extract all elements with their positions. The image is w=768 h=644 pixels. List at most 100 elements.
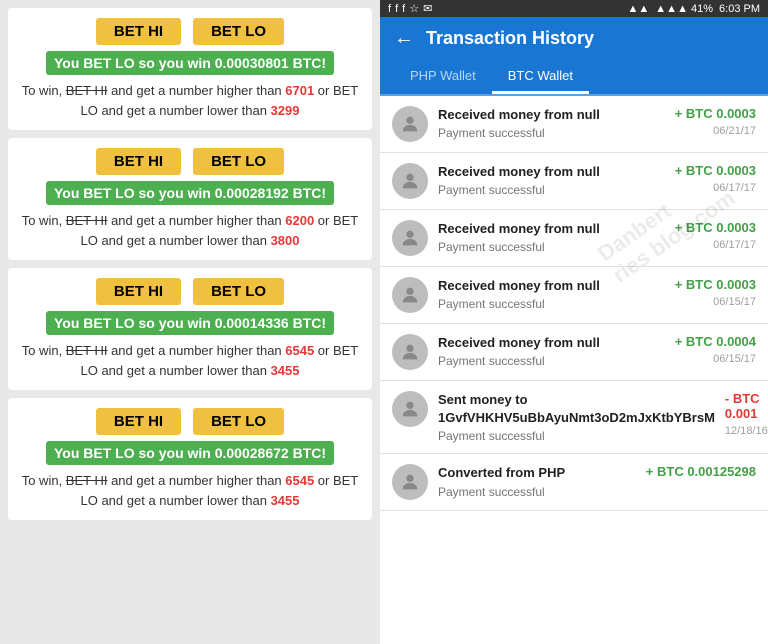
bet-desc-1: To win, BET HI and get a number higher t… [18,211,362,250]
number-lo-0: 3299 [271,103,300,118]
tx-right-5: - BTC 0.001 12/18/16 [725,391,768,437]
fb-icon2: f [395,3,398,15]
bet-hi-strike-1: BET HI [66,213,108,228]
bet-buttons-0: BET HI BET LO [18,18,362,45]
number-lo-3: 3455 [271,493,300,508]
tx-title-2: Received money from null [438,220,665,238]
battery-label: ▲▲▲ 41% [655,3,713,15]
transaction-item-1[interactable]: Received money from null Payment success… [380,153,768,210]
bet-card-1: BET HI BET LO You BET LO so you win 0.00… [8,138,372,260]
mail-icon: ✉ [423,2,432,15]
tx-status-6: Payment successful [438,485,636,499]
tx-title-3: Received money from null [438,277,665,295]
tx-amount-1: + BTC 0.0003 [675,163,756,178]
tx-amount-6: + BTC 0.00125298 [646,464,756,479]
transaction-item-2[interactable]: Received money from null Payment success… [380,210,768,267]
tx-date-3: 06/15/17 [713,296,756,308]
wifi-icon: ▲▲ [628,3,650,15]
right-panel: f f f ☆ ✉ ▲▲ ▲▲▲ 41% 6:03 PM ← Transacti… [380,0,768,511]
avatar-4 [392,334,428,370]
bet-desc-2: To win, BET HI and get a number higher t… [18,341,362,380]
tx-details-3: Received money from null Payment success… [438,277,665,311]
tx-title-1: Received money from null [438,163,665,181]
number-hi-2: 6545 [285,343,314,358]
header: ← Transaction History [380,17,768,60]
win-banner-0: You BET LO so you win 0.00030801 BTC! [46,51,334,75]
tx-date-0: 06/21/17 [713,125,756,137]
avatar-2 [392,220,428,256]
transaction-item-4[interactable]: Received money from null Payment success… [380,324,768,381]
avatar-0 [392,106,428,142]
left-panel: BET HI BET LO You BET LO so you win 0.00… [0,0,380,644]
bet-desc-3: To win, BET HI and get a number higher t… [18,471,362,510]
tx-right-4: + BTC 0.0004 06/15/17 [675,334,756,365]
win-banner-3: You BET LO so you win 0.00028672 BTC! [46,441,334,465]
bet-buttons-2: BET HI BET LO [18,278,362,305]
avatar-5 [392,391,428,427]
star-icon: ☆ [409,2,419,15]
bet-lo-button-3[interactable]: BET LO [193,408,284,435]
wallet-tabs: PHP Wallet BTC Wallet [380,60,768,96]
number-hi-3: 6545 [285,473,314,488]
number-lo-2: 3455 [271,363,300,378]
bet-desc-0: To win, BET HI and get a number higher t… [18,81,362,120]
tx-date-5: 12/18/16 [725,425,768,437]
bet-hi-strike-3: BET HI [66,473,108,488]
bet-hi-button-3[interactable]: BET HI [96,408,181,435]
bet-card-0: BET HI BET LO You BET LO so you win 0.00… [8,8,372,130]
status-bar: f f f ☆ ✉ ▲▲ ▲▲▲ 41% 6:03 PM [380,0,768,17]
bet-hi-button-2[interactable]: BET HI [96,278,181,305]
transaction-item-0[interactable]: Received money from null Payment success… [380,96,768,153]
bet-card-2: BET HI BET LO You BET LO so you win 0.00… [8,268,372,390]
status-right: ▲▲ ▲▲▲ 41% 6:03 PM [628,3,760,15]
tab-btc-wallet[interactable]: BTC Wallet [492,60,589,94]
bet-lo-button-0[interactable]: BET LO [193,18,284,45]
transaction-item-3[interactable]: Received money from null Payment success… [380,267,768,324]
tx-right-1: + BTC 0.0003 06/17/17 [675,163,756,194]
header-title: Transaction History [426,28,594,49]
number-hi-1: 6200 [285,213,314,228]
bet-hi-strike-2: BET HI [66,343,108,358]
tx-amount-5: - BTC 0.001 [725,391,768,421]
bet-hi-button-0[interactable]: BET HI [96,18,181,45]
fb-icon3: f [402,3,405,15]
win-banner-2: You BET LO so you win 0.00014336 BTC! [46,311,334,335]
tx-title-4: Received money from null [438,334,665,352]
transaction-item-6[interactable]: Converted from PHP Payment successful + … [380,454,768,511]
bet-lo-button-1[interactable]: BET LO [193,148,284,175]
tx-title-6: Converted from PHP [438,464,636,482]
tx-date-4: 06/15/17 [713,353,756,365]
tx-status-5: Payment successful [438,429,715,443]
number-lo-1: 3800 [271,233,300,248]
bet-hi-button-1[interactable]: BET HI [96,148,181,175]
bet-lo-button-2[interactable]: BET LO [193,278,284,305]
status-icons: f f f ☆ ✉ [388,2,432,15]
bet-buttons-3: BET HI BET LO [18,408,362,435]
tx-status-2: Payment successful [438,240,665,254]
tx-details-2: Received money from null Payment success… [438,220,665,254]
win-banner-1: You BET LO so you win 0.00028192 BTC! [46,181,334,205]
tx-right-6: + BTC 0.00125298 [646,464,756,483]
tab-php-wallet[interactable]: PHP Wallet [394,60,492,94]
back-button[interactable]: ← [394,27,414,50]
tx-amount-4: + BTC 0.0004 [675,334,756,349]
tx-details-5: Sent money to 1GvfVHKHV5uBbAyuNmt3oD2mJx… [438,391,715,443]
time-label: 6:03 PM [719,3,760,15]
number-hi-0: 6701 [285,83,314,98]
fb-icon: f [388,3,391,15]
tx-details-0: Received money from null Payment success… [438,106,665,140]
transaction-item-5[interactable]: Sent money to 1GvfVHKHV5uBbAyuNmt3oD2mJx… [380,381,768,454]
avatar-1 [392,163,428,199]
bet-card-3: BET HI BET LO You BET LO so you win 0.00… [8,398,372,520]
transaction-list: Received money from null Payment success… [380,96,768,511]
tx-title-0: Received money from null [438,106,665,124]
tx-status-4: Payment successful [438,354,665,368]
tx-details-1: Received money from null Payment success… [438,163,665,197]
tx-status-1: Payment successful [438,183,665,197]
tx-date-1: 06/17/17 [713,182,756,194]
tx-amount-0: + BTC 0.0003 [675,106,756,121]
tx-amount-2: + BTC 0.0003 [675,220,756,235]
avatar-3 [392,277,428,313]
bet-buttons-1: BET HI BET LO [18,148,362,175]
tx-right-0: + BTC 0.0003 06/21/17 [675,106,756,137]
